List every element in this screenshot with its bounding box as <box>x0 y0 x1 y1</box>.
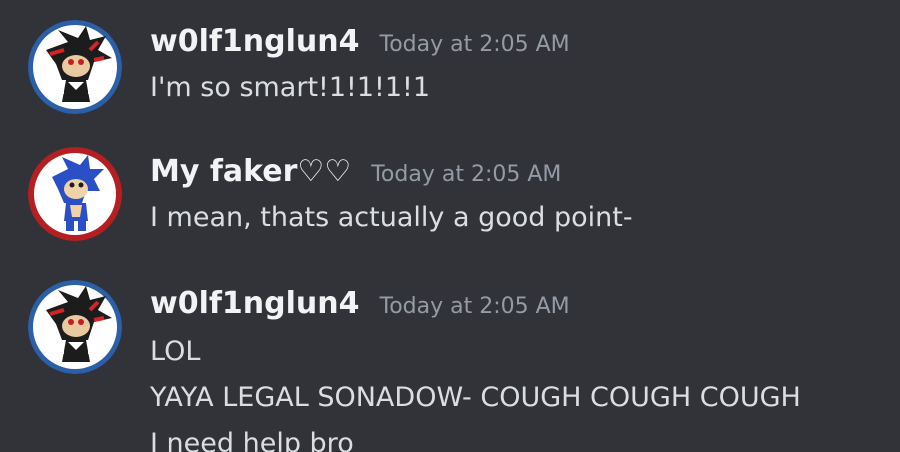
username[interactable]: w0lf1nglun4 <box>150 24 360 59</box>
message-header: My faker♡♡ Today at 2:05 AM <box>150 154 561 189</box>
chat-message: w0lf1nglun4 Today at 2:05 AM I'm so smar… <box>0 0 900 130</box>
sonic-hedgehog-avatar-icon <box>28 147 122 241</box>
timestamp[interactable]: Today at 2:05 AM <box>380 32 570 57</box>
message-text: I mean, thats actually a good point- <box>150 202 633 233</box>
message-text: I need help bro <box>150 428 354 452</box>
username[interactable]: My faker♡♡ <box>150 154 351 189</box>
message-text: YAYA LEGAL SONADOW- COUGH COUGH COUGH <box>150 382 801 413</box>
user-avatar[interactable] <box>28 20 122 114</box>
user-avatar[interactable] <box>28 147 122 241</box>
timestamp[interactable]: Today at 2:05 AM <box>380 294 570 319</box>
username[interactable]: w0lf1nglun4 <box>150 286 360 321</box>
user-avatar[interactable] <box>28 280 122 374</box>
message-header: w0lf1nglun4 Today at 2:05 AM <box>150 286 570 321</box>
message-text: I'm so smart!1!1!1!1 <box>150 72 431 103</box>
shadow-hedgehog-avatar-icon <box>28 280 122 374</box>
chat-message: My faker♡♡ Today at 2:05 AM I mean, that… <box>0 130 900 260</box>
message-header: w0lf1nglun4 Today at 2:05 AM <box>150 24 570 59</box>
chat-message: w0lf1nglun4 Today at 2:05 AM LOL YAYA LE… <box>0 260 900 452</box>
message-text: LOL <box>150 336 201 367</box>
timestamp[interactable]: Today at 2:05 AM <box>371 162 561 187</box>
shadow-hedgehog-avatar-icon <box>28 20 122 114</box>
